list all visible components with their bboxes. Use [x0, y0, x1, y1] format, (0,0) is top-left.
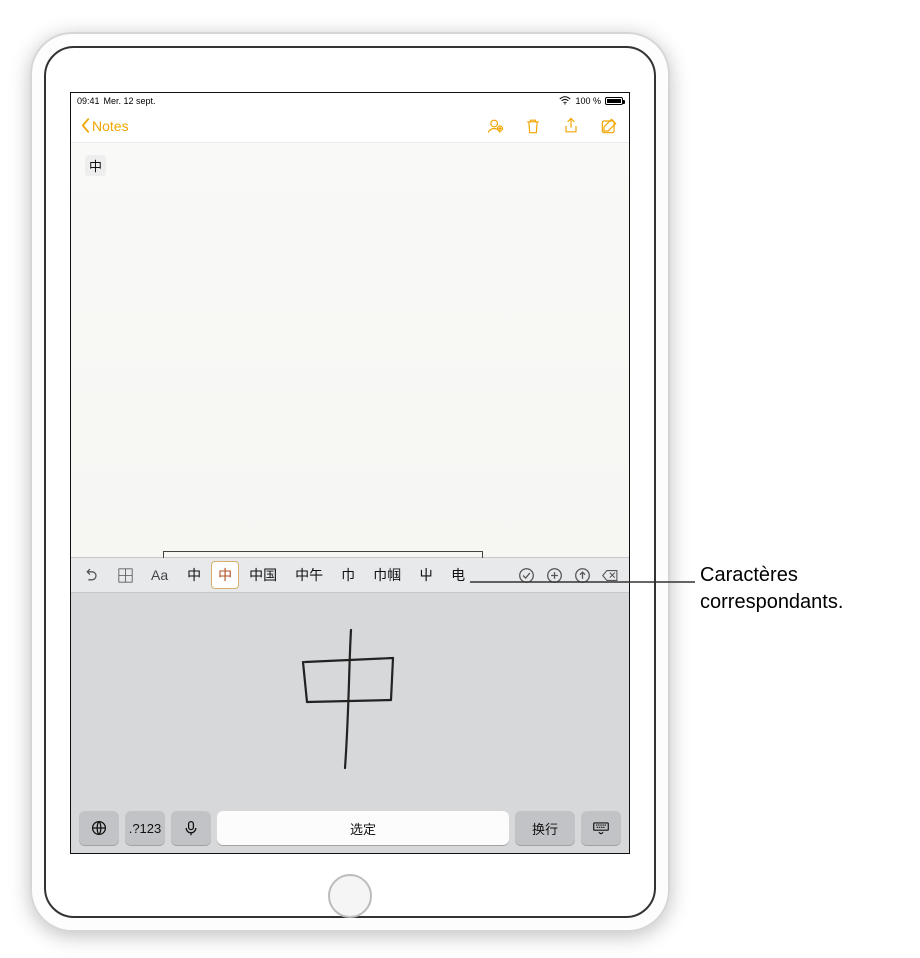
screen: 09:41 Mer. 12 sept. 100 % Notes — [70, 92, 630, 854]
space-key[interactable]: 选定 — [217, 811, 509, 845]
status-date: Mer. 12 sept. — [104, 96, 156, 106]
nav-bar: Notes — [71, 109, 629, 143]
undo-icon[interactable] — [77, 563, 107, 587]
handwriting-pad[interactable] — [71, 593, 629, 805]
battery-text: 100 % — [575, 96, 601, 106]
collaborate-icon[interactable] — [485, 116, 505, 136]
handwritten-stroke — [285, 622, 415, 777]
candidate-char[interactable]: 电 — [443, 561, 473, 589]
candidate-bracket — [163, 551, 483, 558]
status-bar: 09:41 Mer. 12 sept. 100 % — [71, 93, 629, 109]
candidate-char[interactable]: 巾 — [333, 561, 363, 589]
home-button[interactable] — [328, 874, 372, 918]
ipad-frame: 09:41 Mer. 12 sept. 100 % Notes — [30, 32, 670, 932]
battery-icon — [605, 97, 623, 105]
candidate-char[interactable]: 巾帼 — [365, 561, 409, 589]
back-button[interactable]: Notes — [81, 118, 129, 134]
note-content[interactable]: 中 — [71, 143, 629, 557]
mic-key[interactable] — [171, 811, 211, 845]
candidate-char[interactable]: 中午 — [287, 561, 331, 589]
globe-key[interactable] — [79, 811, 119, 845]
delete-icon[interactable] — [523, 116, 543, 136]
callout-label: Caractères correspondants. — [700, 562, 843, 616]
callout-leader — [470, 578, 700, 586]
status-time: 09:41 — [77, 96, 100, 106]
typed-character: 中 — [85, 155, 106, 176]
wifi-icon — [559, 96, 571, 107]
candidate-char[interactable]: 中国 — [241, 561, 285, 589]
keyboard-bottom-row: .?123 选定 换行 — [71, 805, 629, 853]
bezel: 09:41 Mer. 12 sept. 100 % Notes — [44, 46, 656, 918]
callout-line1: Caractères — [700, 562, 843, 589]
return-key[interactable]: 换行 — [515, 811, 575, 845]
aa-icon[interactable]: Aa — [144, 563, 175, 587]
back-label: Notes — [92, 118, 129, 134]
callout-line2: correspondants. — [700, 589, 843, 616]
compose-icon[interactable] — [599, 116, 619, 136]
share-icon[interactable] — [561, 116, 581, 136]
candidate-bar: Aa 中中中国中午巾巾帼屮电 — [71, 557, 629, 593]
numbers-key[interactable]: .?123 — [125, 811, 165, 845]
candidate-char[interactable]: 中 — [179, 561, 209, 589]
candidate-char[interactable]: 屮 — [411, 561, 441, 589]
grid-icon[interactable] — [111, 564, 140, 587]
candidate-char[interactable]: 中 — [211, 561, 239, 589]
dismiss-keyboard-key[interactable] — [581, 811, 621, 845]
